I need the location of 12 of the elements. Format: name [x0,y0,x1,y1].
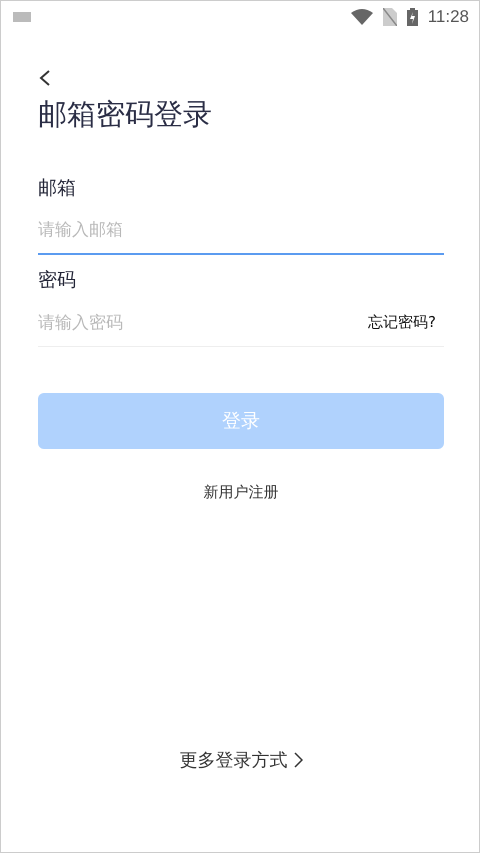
chevron-right-icon [294,752,302,768]
more-login-options-link[interactable]: 更多登录方式 [180,748,302,772]
input-field[interactable]: 请输入邮箱 [38,207,444,255]
clock-time: 11:28 [428,7,469,27]
wifi-icon [350,9,373,25]
no-sim-icon [382,8,397,26]
battery-charging-icon [406,8,418,26]
field-label: 密码 [38,268,77,293]
register-link[interactable]: 新用户注册 [204,483,278,502]
field-label: 邮箱 [38,176,77,201]
forgot-password-link[interactable]: 忘记密码? [368,299,444,347]
page-title: 邮箱密码登录 [38,96,213,133]
